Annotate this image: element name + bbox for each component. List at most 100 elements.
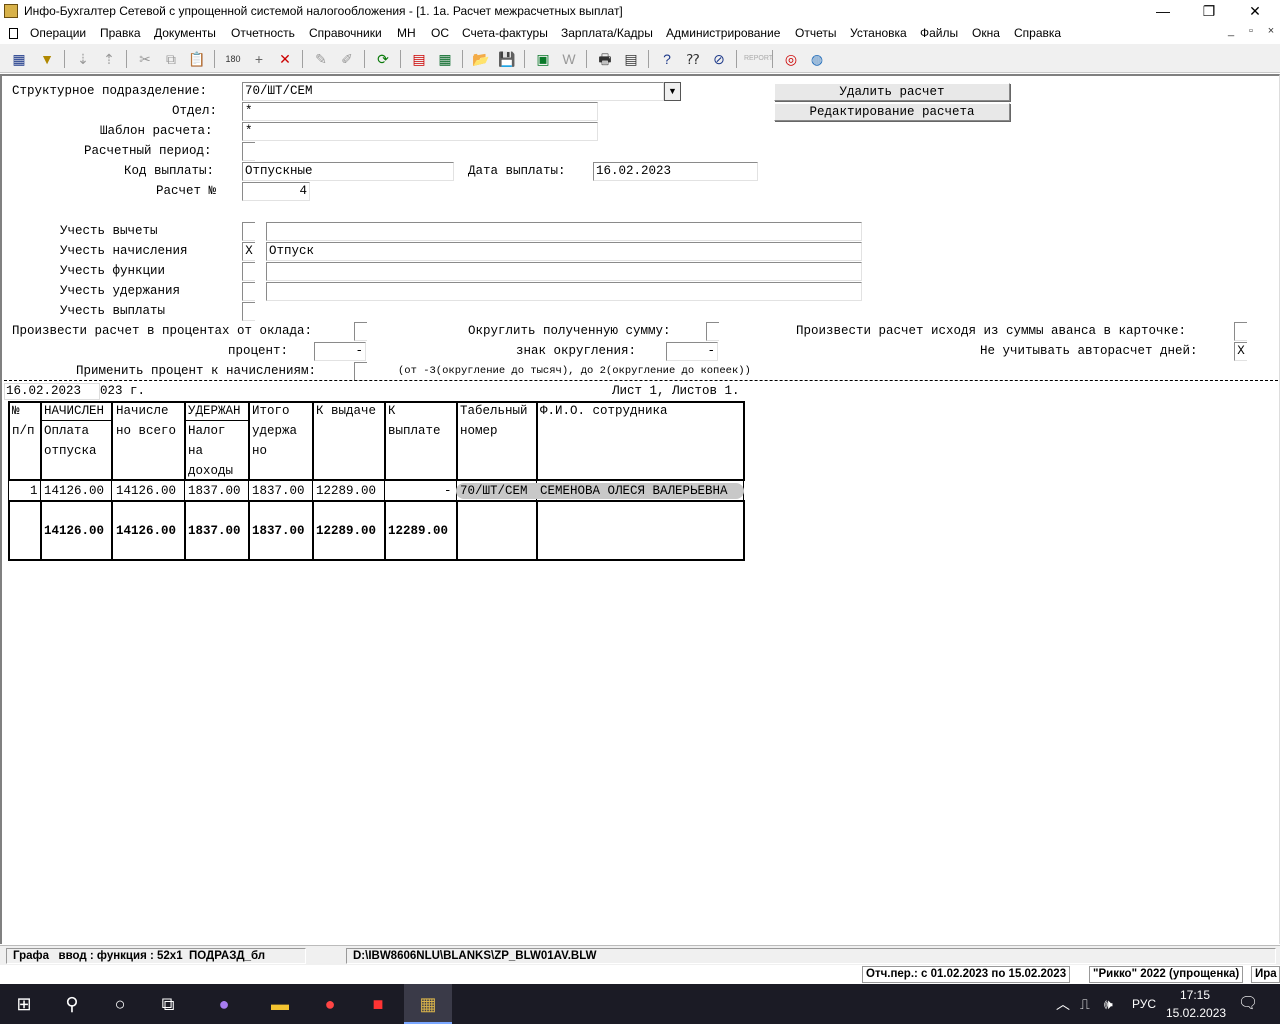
- volume-icon[interactable]: 🕪: [1104, 984, 1113, 1024]
- menu-os[interactable]: ОС: [431, 26, 449, 40]
- option-label: Учесть вычеты: [60, 224, 158, 238]
- document-red-icon[interactable]: ▤: [408, 48, 430, 70]
- option-checkbox[interactable]: [242, 282, 255, 301]
- menu-reporting[interactable]: Отчетность: [231, 26, 295, 40]
- cortana-icon[interactable]: ○: [96, 984, 144, 1024]
- struct-dropdown-button[interactable]: ▼: [664, 82, 681, 101]
- menu-edit[interactable]: Правка: [100, 26, 141, 40]
- mdi-minimize-button[interactable]: _: [1222, 25, 1240, 37]
- menu-reports[interactable]: Отчеты: [795, 26, 836, 40]
- add-icon[interactable]: +: [248, 48, 270, 70]
- infobuh-task-icon[interactable]: ▦: [404, 984, 452, 1024]
- paydate-input[interactable]: 16.02.2023: [593, 162, 758, 181]
- restore-button[interactable]: ❐: [1186, 0, 1232, 23]
- option-label: Учесть начисления: [60, 244, 188, 258]
- advance-checkbox[interactable]: [1234, 322, 1247, 341]
- refresh-icon[interactable]: ⟳: [372, 48, 394, 70]
- document-icon[interactable]: [9, 28, 18, 39]
- option-input[interactable]: [266, 262, 862, 281]
- cell-accr: 14126.00: [44, 484, 105, 498]
- edit-calc-button[interactable]: Редактирование расчета: [774, 103, 1010, 121]
- compass-icon[interactable]: ⊘: [708, 48, 730, 70]
- apply-percent-checkbox[interactable]: [354, 362, 367, 381]
- option-input[interactable]: [266, 282, 862, 301]
- paycode-input[interactable]: Отпускные: [242, 162, 454, 181]
- cell-pay: -: [444, 484, 452, 498]
- option-input[interactable]: [266, 222, 862, 241]
- open-folder-icon[interactable]: 📂: [470, 48, 492, 70]
- toolbar: ▦ ▼ ⇣ ⇡ ✂ ⧉ 📋 180 + ✕ ✎ ✐ ⟳ ▤ ▦ 📂 💾 ▣ W …: [0, 44, 1280, 73]
- report-icon[interactable]: REPORT: [744, 48, 773, 70]
- pen-icon[interactable]: ✎: [310, 48, 332, 70]
- option-input[interactable]: Отпуск: [266, 242, 862, 261]
- globe-icon[interactable]: ◍: [806, 48, 828, 70]
- autodays-checkbox[interactable]: X: [1234, 342, 1247, 361]
- close-button[interactable]: ✕: [1232, 0, 1278, 23]
- option-checkbox[interactable]: [242, 262, 255, 281]
- percent-input[interactable]: -: [314, 342, 366, 361]
- save-icon[interactable]: 💾: [496, 48, 518, 70]
- percent-calc-checkbox[interactable]: [354, 322, 367, 341]
- lifebuoy-icon[interactable]: ◎: [780, 48, 802, 70]
- search-icon[interactable]: ⚲: [48, 984, 96, 1024]
- minimize-button[interactable]: —: [1140, 0, 1186, 23]
- menu-directories[interactable]: Справочники: [309, 26, 382, 40]
- menu-setup[interactable]: Установка: [850, 26, 907, 40]
- option-checkbox[interactable]: X: [242, 242, 255, 261]
- language-indicator[interactable]: РУС: [1132, 984, 1156, 1024]
- yandex-browser-icon[interactable]: ●: [306, 984, 354, 1024]
- yandex-icon[interactable]: ■: [354, 984, 402, 1024]
- cell-dedtotal: 1837.00: [252, 484, 305, 498]
- period-checkbox[interactable]: [242, 142, 255, 161]
- calculator-icon[interactable]: ▦: [434, 48, 456, 70]
- network-icon[interactable]: ⎍: [1080, 984, 1090, 1024]
- menu-help[interactable]: Справка: [1014, 26, 1061, 40]
- sort-asc-icon[interactable]: ⇣: [72, 48, 94, 70]
- option-checkbox[interactable]: [242, 222, 255, 241]
- print-icon[interactable]: 🖶: [594, 48, 616, 70]
- menu-operations[interactable]: Операции: [30, 26, 86, 40]
- context-help-icon[interactable]: ⁇: [682, 48, 704, 70]
- pen-abc-icon[interactable]: ✐: [336, 48, 358, 70]
- dept-input[interactable]: *: [242, 102, 598, 121]
- explorer-icon[interactable]: ▬: [256, 984, 304, 1024]
- menu-documents[interactable]: Документы: [154, 26, 216, 40]
- delete-icon[interactable]: ✕: [274, 48, 296, 70]
- cell-tab: 70/ШТ/СЕМ: [460, 484, 528, 498]
- tray-chevron-icon[interactable]: ︿: [1056, 984, 1070, 1024]
- delete-calc-button[interactable]: Удалить расчет: [774, 83, 1010, 101]
- notifications-icon[interactable]: 🗨: [1238, 984, 1258, 1024]
- mdi-close-button[interactable]: ×: [1262, 25, 1280, 37]
- filter-icon[interactable]: ▼: [36, 48, 58, 70]
- round-checkbox[interactable]: [706, 322, 719, 341]
- alice-icon[interactable]: ●: [200, 984, 248, 1024]
- template-input[interactable]: *: [242, 122, 598, 141]
- struct-input[interactable]: 70/ШТ/СЕМ: [242, 82, 664, 101]
- menu-files[interactable]: Файлы: [920, 26, 958, 40]
- task-view-icon[interactable]: ⧉: [144, 984, 192, 1024]
- sort-desc-icon[interactable]: ⇡: [98, 48, 120, 70]
- menu-admin[interactable]: Администрирование: [666, 26, 780, 40]
- calc-icon[interactable]: 180: [222, 48, 244, 70]
- paste-icon[interactable]: 📋: [186, 48, 208, 70]
- form-icon[interactable]: ▦: [8, 48, 30, 70]
- calcno-input[interactable]: 4: [242, 182, 310, 201]
- clock-date[interactable]: 15.02.2023: [1166, 1006, 1226, 1020]
- start-icon[interactable]: ⊞: [0, 984, 48, 1024]
- mdi-restore-button[interactable]: ▫: [1242, 25, 1260, 37]
- copy-icon[interactable]: ⧉: [160, 48, 182, 70]
- total-issue: 12289.00: [316, 524, 377, 538]
- menu-salary[interactable]: Зарплата/Кадры: [561, 26, 653, 40]
- round-sign-input[interactable]: -: [666, 342, 718, 361]
- menu-invoices[interactable]: Счета-фактуры: [462, 26, 548, 40]
- cut-icon[interactable]: ✂: [134, 48, 156, 70]
- help-icon[interactable]: ?: [656, 48, 678, 70]
- excel-icon[interactable]: ▣: [532, 48, 554, 70]
- clock-time[interactable]: 17:15: [1180, 988, 1210, 1002]
- report-date-field[interactable]: 16.02.2023: [4, 383, 100, 400]
- preview-icon[interactable]: ▤: [620, 48, 642, 70]
- menu-windows[interactable]: Окна: [972, 26, 1000, 40]
- menu-mn[interactable]: МН: [397, 26, 416, 40]
- word-icon[interactable]: W: [558, 48, 580, 70]
- option-checkbox[interactable]: [242, 302, 255, 321]
